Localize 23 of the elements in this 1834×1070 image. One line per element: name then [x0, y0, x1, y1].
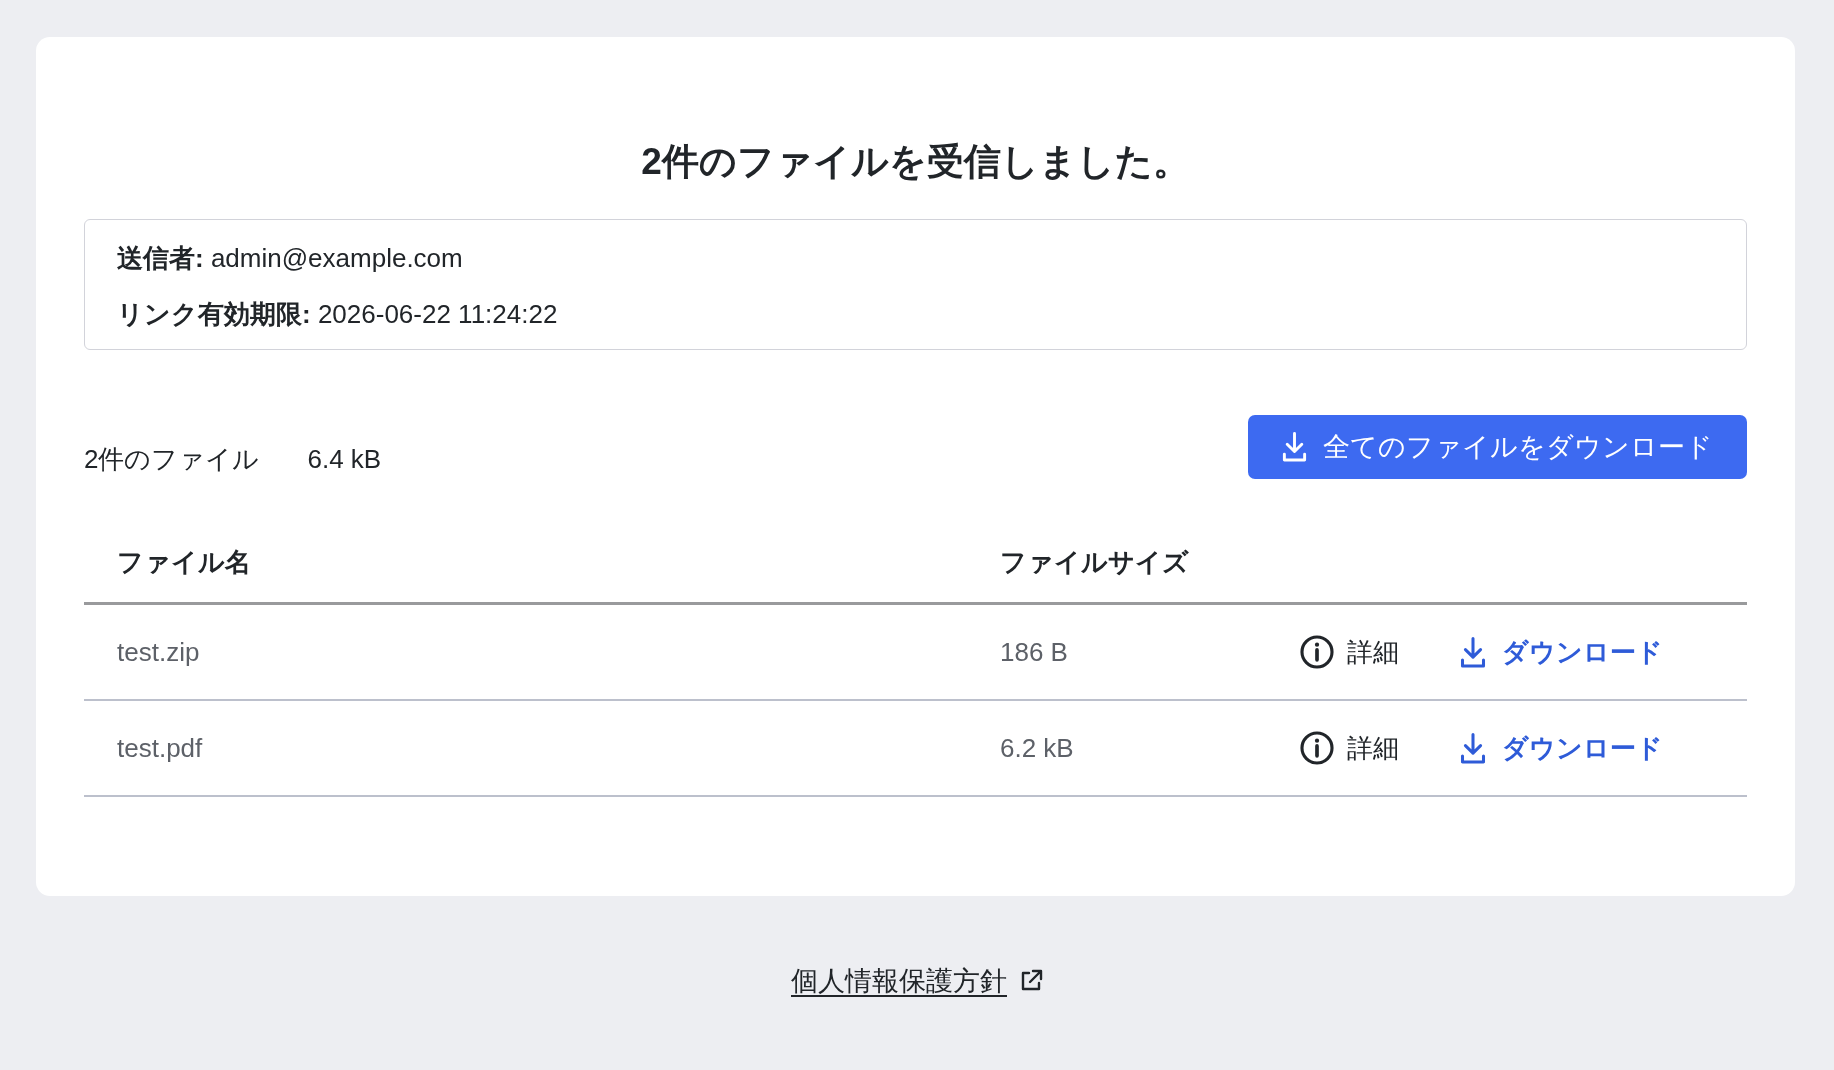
column-header: ファイルサイズ	[1000, 547, 1189, 577]
download-link[interactable]: ダウンロード	[1459, 728, 1663, 768]
info-line: 送信者: admin@example.com	[117, 242, 464, 275]
file-name: test.zip	[117, 637, 200, 667]
page-title: 2件のファイルを受信しました。	[640, 140, 1191, 184]
info-icon	[1300, 635, 1334, 669]
details-link[interactable]: 詳細	[1300, 728, 1399, 768]
info-line: リンク有効期限: 2026-06-22 11:24:22	[117, 298, 559, 331]
download-icon	[1459, 635, 1487, 669]
privacy-policy-link[interactable]: 個人情報保護方針	[791, 961, 1043, 1001]
external-link-icon	[1019, 969, 1043, 993]
file-name: test.pdf	[117, 733, 203, 763]
download-icon	[1459, 731, 1487, 765]
total-size: 6.4 kB	[307, 443, 382, 476]
download-link[interactable]: ダウンロード	[1459, 632, 1663, 672]
details-link[interactable]: 詳細	[1300, 632, 1399, 672]
file-size: 186 B	[1000, 637, 1068, 667]
download-all-button[interactable]: 全てのファイルをダウンロード	[1248, 415, 1747, 479]
file-count: 2件のファイル	[84, 443, 260, 476]
file-size: 6.2 kB	[1000, 733, 1074, 763]
info-icon	[1300, 731, 1334, 765]
download-icon	[1281, 431, 1308, 463]
column-header: ファイル名	[117, 547, 251, 577]
